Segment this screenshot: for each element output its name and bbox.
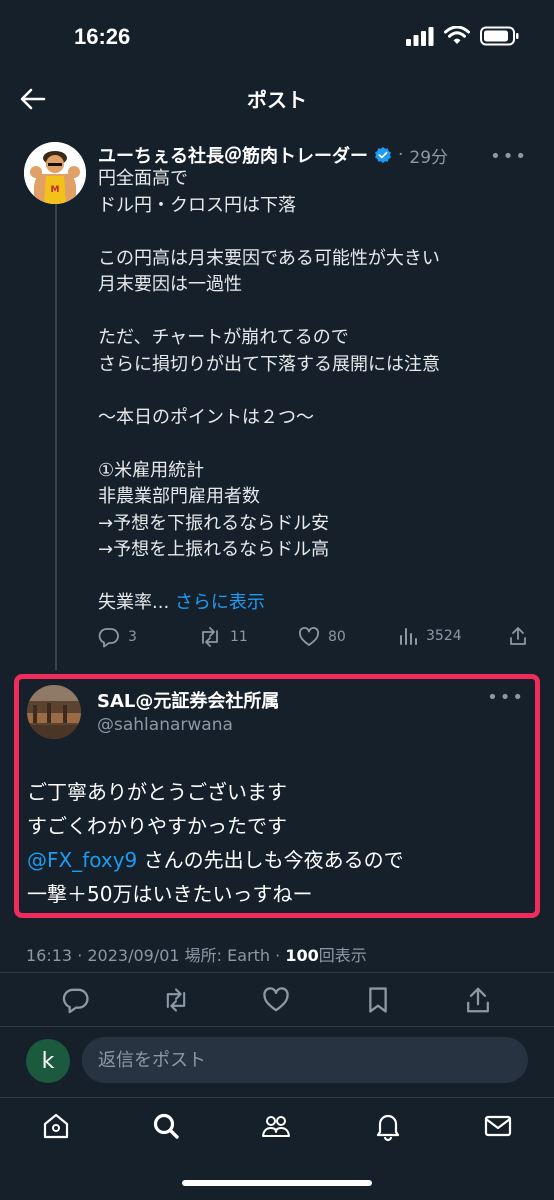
reply-composer: k: [0, 1027, 554, 1097]
restaurant-photo-avatar-icon: [27, 685, 81, 739]
author-avatar[interactable]: M: [24, 142, 86, 204]
post-line: 〜本日のポイントは２つ〜: [98, 406, 314, 428]
home-indicator[interactable]: [182, 1180, 372, 1186]
post-line: 非農業部門雇用者数: [98, 486, 260, 507]
communities-icon: [262, 1116, 290, 1137]
post-separator: ·: [398, 145, 404, 165]
divider: [0, 972, 554, 973]
home-icon: [43, 1113, 69, 1139]
post-line: この円高は月末要因である可能性が大きい: [98, 247, 440, 269]
post-line: ただ、チャートが崩れてるので: [98, 327, 349, 348]
post-line-gap: [98, 299, 538, 326]
reply-icon: [98, 628, 119, 648]
view-count: 100: [285, 946, 319, 965]
repost-count: 11: [230, 629, 248, 645]
post-line-gap: [98, 378, 538, 405]
page-title: ポスト: [247, 88, 307, 112]
top-nav: ポスト: [0, 76, 554, 120]
detail-like-button[interactable]: [262, 986, 290, 1014]
battery-icon: [480, 26, 519, 46]
reply-input[interactable]: [82, 1037, 528, 1083]
reply-count: 3: [128, 629, 137, 645]
status-icons: [406, 26, 520, 46]
post-line-gap: [98, 564, 538, 591]
post-time: 29分: [409, 147, 449, 168]
post-metadata: 16:13 · 2023/09/01 場所: Earth · 100回表示: [26, 942, 367, 966]
repost-action[interactable]: 11: [198, 626, 248, 648]
reply-line-rest: さんの先出しも今夜あるので: [137, 848, 404, 872]
reply-line: ご丁寧ありがとうございます: [27, 780, 287, 804]
share-action[interactable]: [508, 626, 528, 646]
bell-icon: [376, 1114, 400, 1142]
like-count: 80: [328, 629, 346, 645]
show-more-link[interactable]: さらに表示: [175, 592, 265, 613]
reply-line: 一撃＋50万はいきたいっすねー: [27, 882, 313, 906]
mention-link[interactable]: @FX_foxy9: [27, 848, 137, 872]
detail-actions: [0, 984, 554, 1016]
post-line-gap: [98, 431, 538, 458]
reply-body: ご丁寧ありがとうございます すごくわかりやすかったです @FX_foxy9 さん…: [27, 775, 527, 911]
tab-communities[interactable]: [260, 1110, 292, 1142]
tab-home[interactable]: [40, 1110, 72, 1142]
detail-repost-button[interactable]: [162, 986, 190, 1014]
post-line: 円全面高で: [98, 168, 188, 189]
detail-reply-button[interactable]: [62, 986, 90, 1014]
share-icon: [467, 987, 489, 1013]
search-icon: [153, 1113, 179, 1139]
reply-author-avatar[interactable]: [27, 685, 81, 739]
views-action[interactable]: 3524: [398, 626, 462, 646]
bookmark-icon: [369, 987, 387, 1013]
reply-line: @FX_foxy9 さんの先出しも今夜あるので: [27, 843, 527, 877]
post-header: ユーちぇる社長＠筋肉トレーダー · 29分: [98, 142, 448, 168]
heart-icon: [299, 627, 319, 646]
post-line: 月末要因は一過性: [98, 274, 242, 295]
more-options-icon[interactable]: •••: [490, 146, 528, 167]
highlighted-reply[interactable]: SAL@元証券会社所属 @sahlanarwana ••• ご丁寧ありがとうござ…: [14, 674, 540, 918]
post-line: さらに損切りが出て下落する展開には注意: [98, 353, 440, 375]
reply-action[interactable]: 3: [98, 626, 137, 648]
share-icon: [510, 627, 526, 645]
verified-badge-icon: [374, 146, 392, 164]
thread-connector-line: [55, 200, 57, 670]
post-line: ①米雇用統計: [98, 459, 205, 481]
reply-line: すごくわかりやすかったです: [27, 814, 287, 838]
reply-more-options-icon[interactable]: •••: [487, 687, 525, 708]
bar-chart-icon: [400, 628, 417, 645]
tab-messages[interactable]: [482, 1110, 514, 1142]
post-body: 円全面高で ドル円・クロス円は下落 この円高は月末要因である可能性が大きい 月末…: [98, 166, 538, 617]
svg-text:M: M: [51, 185, 60, 195]
repost-icon: [166, 988, 186, 1012]
clock: 16:26: [74, 24, 131, 49]
timestamp-location: 16:13 · 2023/09/01 場所: Earth ·: [26, 946, 286, 965]
reply-author-name[interactable]: SAL@元証券会社所属: [97, 687, 279, 713]
author-name[interactable]: ユーちぇる社長＠筋肉トレーダー: [98, 142, 368, 168]
bottom-tab-bar: [0, 1097, 554, 1158]
post-last-line: 失業率... さらに表示: [98, 590, 538, 617]
muscle-character-avatar-icon: M: [24, 142, 86, 204]
tab-notifications[interactable]: [372, 1110, 404, 1142]
heart-icon: [263, 987, 289, 1012]
detail-share-button[interactable]: [464, 986, 492, 1014]
view-label: 回表示: [318, 946, 367, 965]
cellular-signal-icon: [406, 27, 434, 46]
truncated-text: 失業率...: [98, 592, 170, 613]
detail-bookmark-button[interactable]: [364, 986, 392, 1014]
like-action[interactable]: 80: [298, 626, 346, 648]
status-bar: 16:26: [0, 0, 554, 76]
tab-search[interactable]: [150, 1110, 182, 1142]
repost-icon: [202, 627, 218, 647]
post-line-gap: [98, 219, 538, 246]
views-count: 3524: [426, 628, 462, 644]
post-actions: 3 11 80 3524: [98, 626, 538, 650]
envelope-icon: [484, 1115, 512, 1137]
post-line: ドル円・クロス円は下落: [98, 194, 296, 216]
wifi-icon: [444, 26, 470, 44]
post-line: →予想を下振れるならドル安: [98, 512, 330, 534]
reply-author-handle[interactable]: @sahlanarwana: [97, 715, 233, 735]
post-line: →予想を上振れるならドル高: [98, 539, 330, 560]
user-avatar[interactable]: k: [26, 1039, 70, 1083]
reply-icon: [62, 988, 89, 1014]
